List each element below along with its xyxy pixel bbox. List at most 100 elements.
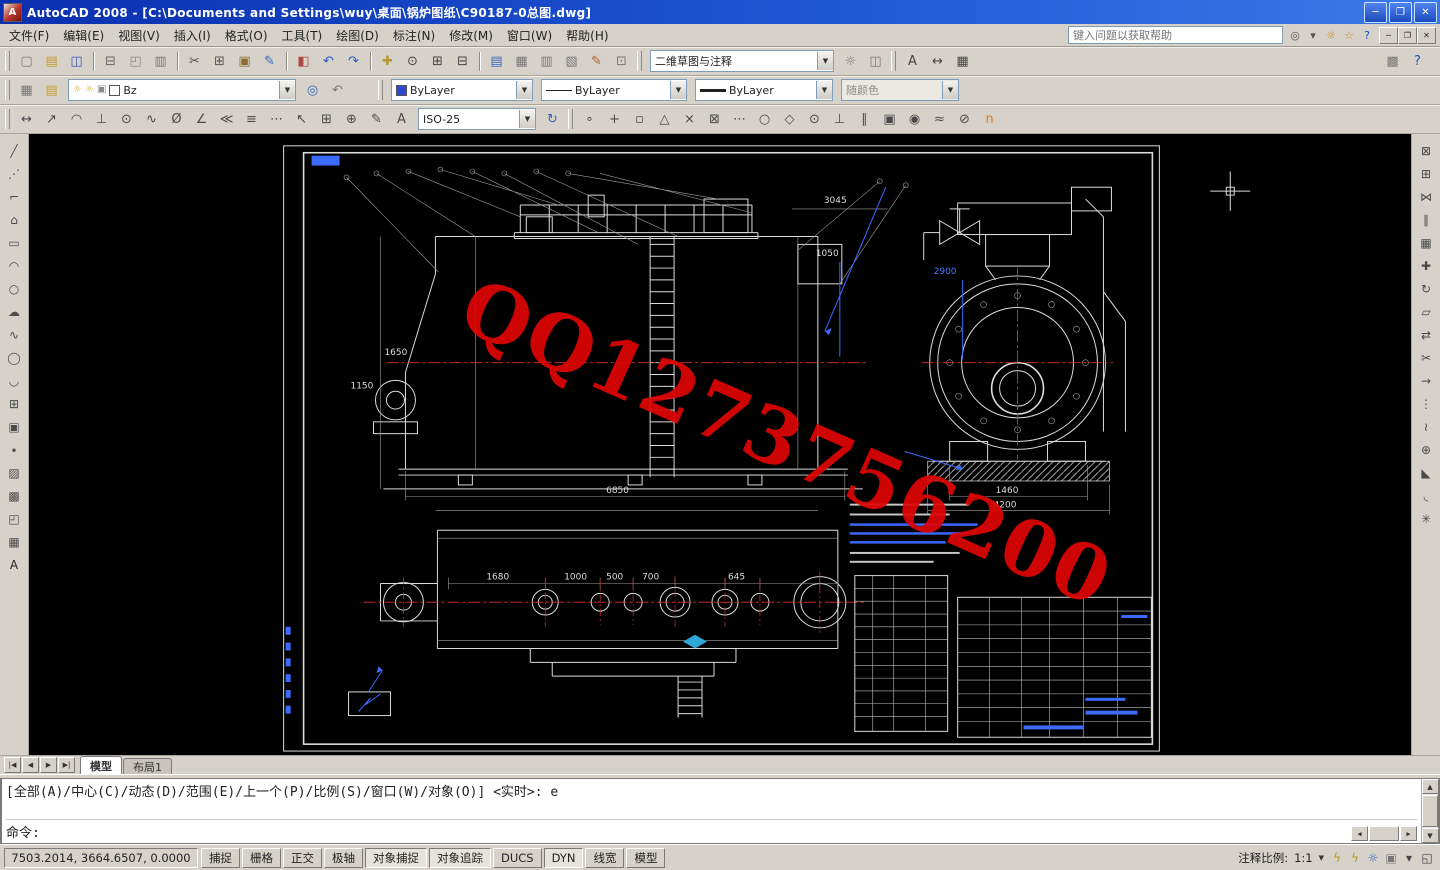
render-button[interactable]: ▩ xyxy=(1380,49,1405,74)
jogged-dimension-button[interactable]: ∿ xyxy=(139,107,164,132)
quickcalc-button[interactable]: ⊡ xyxy=(609,49,634,74)
zoom-window-button[interactable]: ⊞ xyxy=(425,49,450,74)
layer-lock-icon[interactable]: ▣ xyxy=(97,85,106,95)
plot-preview-button[interactable]: ◰ xyxy=(123,49,148,74)
dyn-toggle[interactable]: DYN xyxy=(543,847,584,868)
match-properties-button[interactable]: ✎ xyxy=(257,49,282,74)
redo-button[interactable]: ↷ xyxy=(341,49,366,74)
combo-arrow-icon[interactable]: ▼ xyxy=(817,52,833,70)
scale-tool[interactable]: ▱ xyxy=(1414,301,1438,323)
snap-none-button[interactable]: ⊘ xyxy=(952,107,977,132)
save-workspace-button[interactable]: ◫ xyxy=(863,49,888,74)
spline-tool[interactable]: ∿ xyxy=(2,324,26,346)
scroll-left-icon[interactable]: ◀ xyxy=(1351,826,1368,841)
help-icon[interactable]: ? xyxy=(1358,27,1376,43)
text-style-button[interactable]: A xyxy=(900,49,925,74)
plot-button[interactable]: ⊟ xyxy=(98,49,123,74)
revision-cloud-tool[interactable]: ☁ xyxy=(2,301,26,323)
menu-dimension[interactable]: 标注(N) xyxy=(386,25,442,46)
menu-draw[interactable]: 绘图(D) xyxy=(329,25,386,46)
join-tool[interactable]: ⊕ xyxy=(1414,439,1438,461)
dimension-text-edit-button[interactable]: A xyxy=(389,107,414,132)
extend-tool[interactable]: → xyxy=(1414,370,1438,392)
mirror-tool[interactable]: ⋈ xyxy=(1414,186,1438,208)
osnap-settings-button[interactable]: n xyxy=(977,107,1002,132)
new-button[interactable]: ▢ xyxy=(14,49,39,74)
erase-tool[interactable]: ⊠ xyxy=(1414,140,1438,162)
snap-perpendicular-button[interactable]: ⊥ xyxy=(827,107,852,132)
snap-center-button[interactable]: ○ xyxy=(752,107,777,132)
break-tool[interactable]: ≀ xyxy=(1414,416,1438,438)
line-tool[interactable]: ╱ xyxy=(2,140,26,162)
make-object-layer-current-button[interactable]: ◎ xyxy=(300,78,325,103)
snap-intersection-button[interactable]: × xyxy=(677,107,702,132)
polar-toggle[interactable]: 极轴 xyxy=(324,847,363,868)
separator[interactable] xyxy=(366,49,375,74)
workspace-settings-button[interactable]: ☼ xyxy=(838,49,863,74)
clean-screen-icon[interactable]: ◱ xyxy=(1418,849,1436,867)
snap-parallel-button[interactable]: ∥ xyxy=(852,107,877,132)
restore-button[interactable]: ❐ xyxy=(1389,1,1412,23)
circle-tool[interactable]: ○ xyxy=(2,278,26,300)
menu-insert[interactable]: 插入(I) xyxy=(167,25,218,46)
chamfer-tool[interactable]: ◣ xyxy=(1414,462,1438,484)
markup-set-manager-button[interactable]: ✎ xyxy=(584,49,609,74)
tab-layout1[interactable]: 布局1 xyxy=(123,758,172,774)
properties-button[interactable]: ▤ xyxy=(484,49,509,74)
rotate-tool[interactable]: ↻ xyxy=(1414,278,1438,300)
combo-arrow-icon[interactable]: ▼ xyxy=(942,81,958,99)
mdi-restore-button[interactable]: ❐ xyxy=(1398,26,1417,44)
insert-block-tool[interactable]: ⊞ xyxy=(2,393,26,415)
snap-insert-button[interactable]: ▣ xyxy=(877,107,902,132)
mdi-close-button[interactable]: ✕ xyxy=(1417,26,1436,44)
fillet-tool[interactable]: ◟ xyxy=(1414,485,1438,507)
model-toggle[interactable]: 模型 xyxy=(626,847,666,868)
command-vscrollbar[interactable]: ▲ ▼ xyxy=(1421,779,1439,843)
tab-last-button[interactable]: ▶| xyxy=(58,757,75,773)
move-tool[interactable]: ✚ xyxy=(1414,255,1438,277)
ortho-toggle[interactable]: 正交 xyxy=(283,847,322,868)
toolbar-grip[interactable] xyxy=(568,109,573,129)
toolbar-grip[interactable] xyxy=(891,51,896,71)
break-at-point-tool[interactable]: ⋮ xyxy=(1414,393,1438,415)
annotation-visibility-icon[interactable]: ϟ xyxy=(1328,849,1346,867)
favorites-icon[interactable]: ☆ xyxy=(1340,27,1358,43)
vscroll-thumb[interactable] xyxy=(1422,795,1438,827)
annotation-scale-control[interactable]: 注释比例: 1:1 ▼ xyxy=(1238,850,1324,866)
coordinate-readout[interactable]: 7503.2014, 3664.6507, 0.0000 xyxy=(4,847,198,868)
separator[interactable] xyxy=(89,49,98,74)
menu-tools[interactable]: 工具(T) xyxy=(275,25,330,46)
hatch-tool[interactable]: ▨ xyxy=(2,462,26,484)
temporary-track-point-button[interactable]: ∘ xyxy=(577,107,602,132)
pan-button[interactable]: ✚ xyxy=(375,49,400,74)
layer-on-icon[interactable]: ☼ xyxy=(73,85,82,95)
radius-dimension-button[interactable]: ⊙ xyxy=(114,107,139,132)
mdi-minimize-button[interactable]: ─ xyxy=(1379,26,1398,44)
publish-button[interactable]: ▥ xyxy=(148,49,173,74)
osnap-toggle[interactable]: 对象捕捉 xyxy=(365,847,427,868)
annotation-autoscale-icon[interactable]: ϟ xyxy=(1346,849,1364,867)
help-search-input[interactable] xyxy=(1068,26,1283,44)
snap-node-button[interactable]: ◉ xyxy=(902,107,927,132)
workspace-combo[interactable]: 二维草图与注释 ▼ xyxy=(650,50,834,72)
snap-toggle[interactable]: 捕捉 xyxy=(201,847,240,868)
table-tool[interactable]: ▦ xyxy=(2,531,26,553)
minimize-button[interactable]: ─ xyxy=(1364,1,1387,23)
diameter-dimension-button[interactable]: Ø xyxy=(164,107,189,132)
open-button[interactable]: ▤ xyxy=(39,49,64,74)
copy-button[interactable]: ⊞ xyxy=(207,49,232,74)
annotation-scale-value[interactable]: 1:1 xyxy=(1291,850,1316,866)
scroll-down-icon[interactable]: ▼ xyxy=(1421,828,1439,843)
combo-arrow-icon[interactable]: ▼ xyxy=(816,81,832,99)
search-icon[interactable]: ◎ xyxy=(1286,27,1304,43)
polyline-tool[interactable]: ⌐ xyxy=(2,186,26,208)
gradient-tool[interactable]: ▩ xyxy=(2,485,26,507)
hscroll-thumb[interactable] xyxy=(1369,826,1399,841)
command-hscrollbar[interactable]: ◀ ▶ xyxy=(1351,826,1417,841)
make-block-tool[interactable]: ▣ xyxy=(2,416,26,438)
otrack-toggle[interactable]: 对象追踪 xyxy=(429,847,491,868)
arc-tool[interactable]: ◠ xyxy=(2,255,26,277)
ordinate-dimension-button[interactable]: ⊥ xyxy=(89,107,114,132)
scroll-up-icon[interactable]: ▲ xyxy=(1421,779,1439,794)
tool-palettes-button[interactable]: ▥ xyxy=(534,49,559,74)
